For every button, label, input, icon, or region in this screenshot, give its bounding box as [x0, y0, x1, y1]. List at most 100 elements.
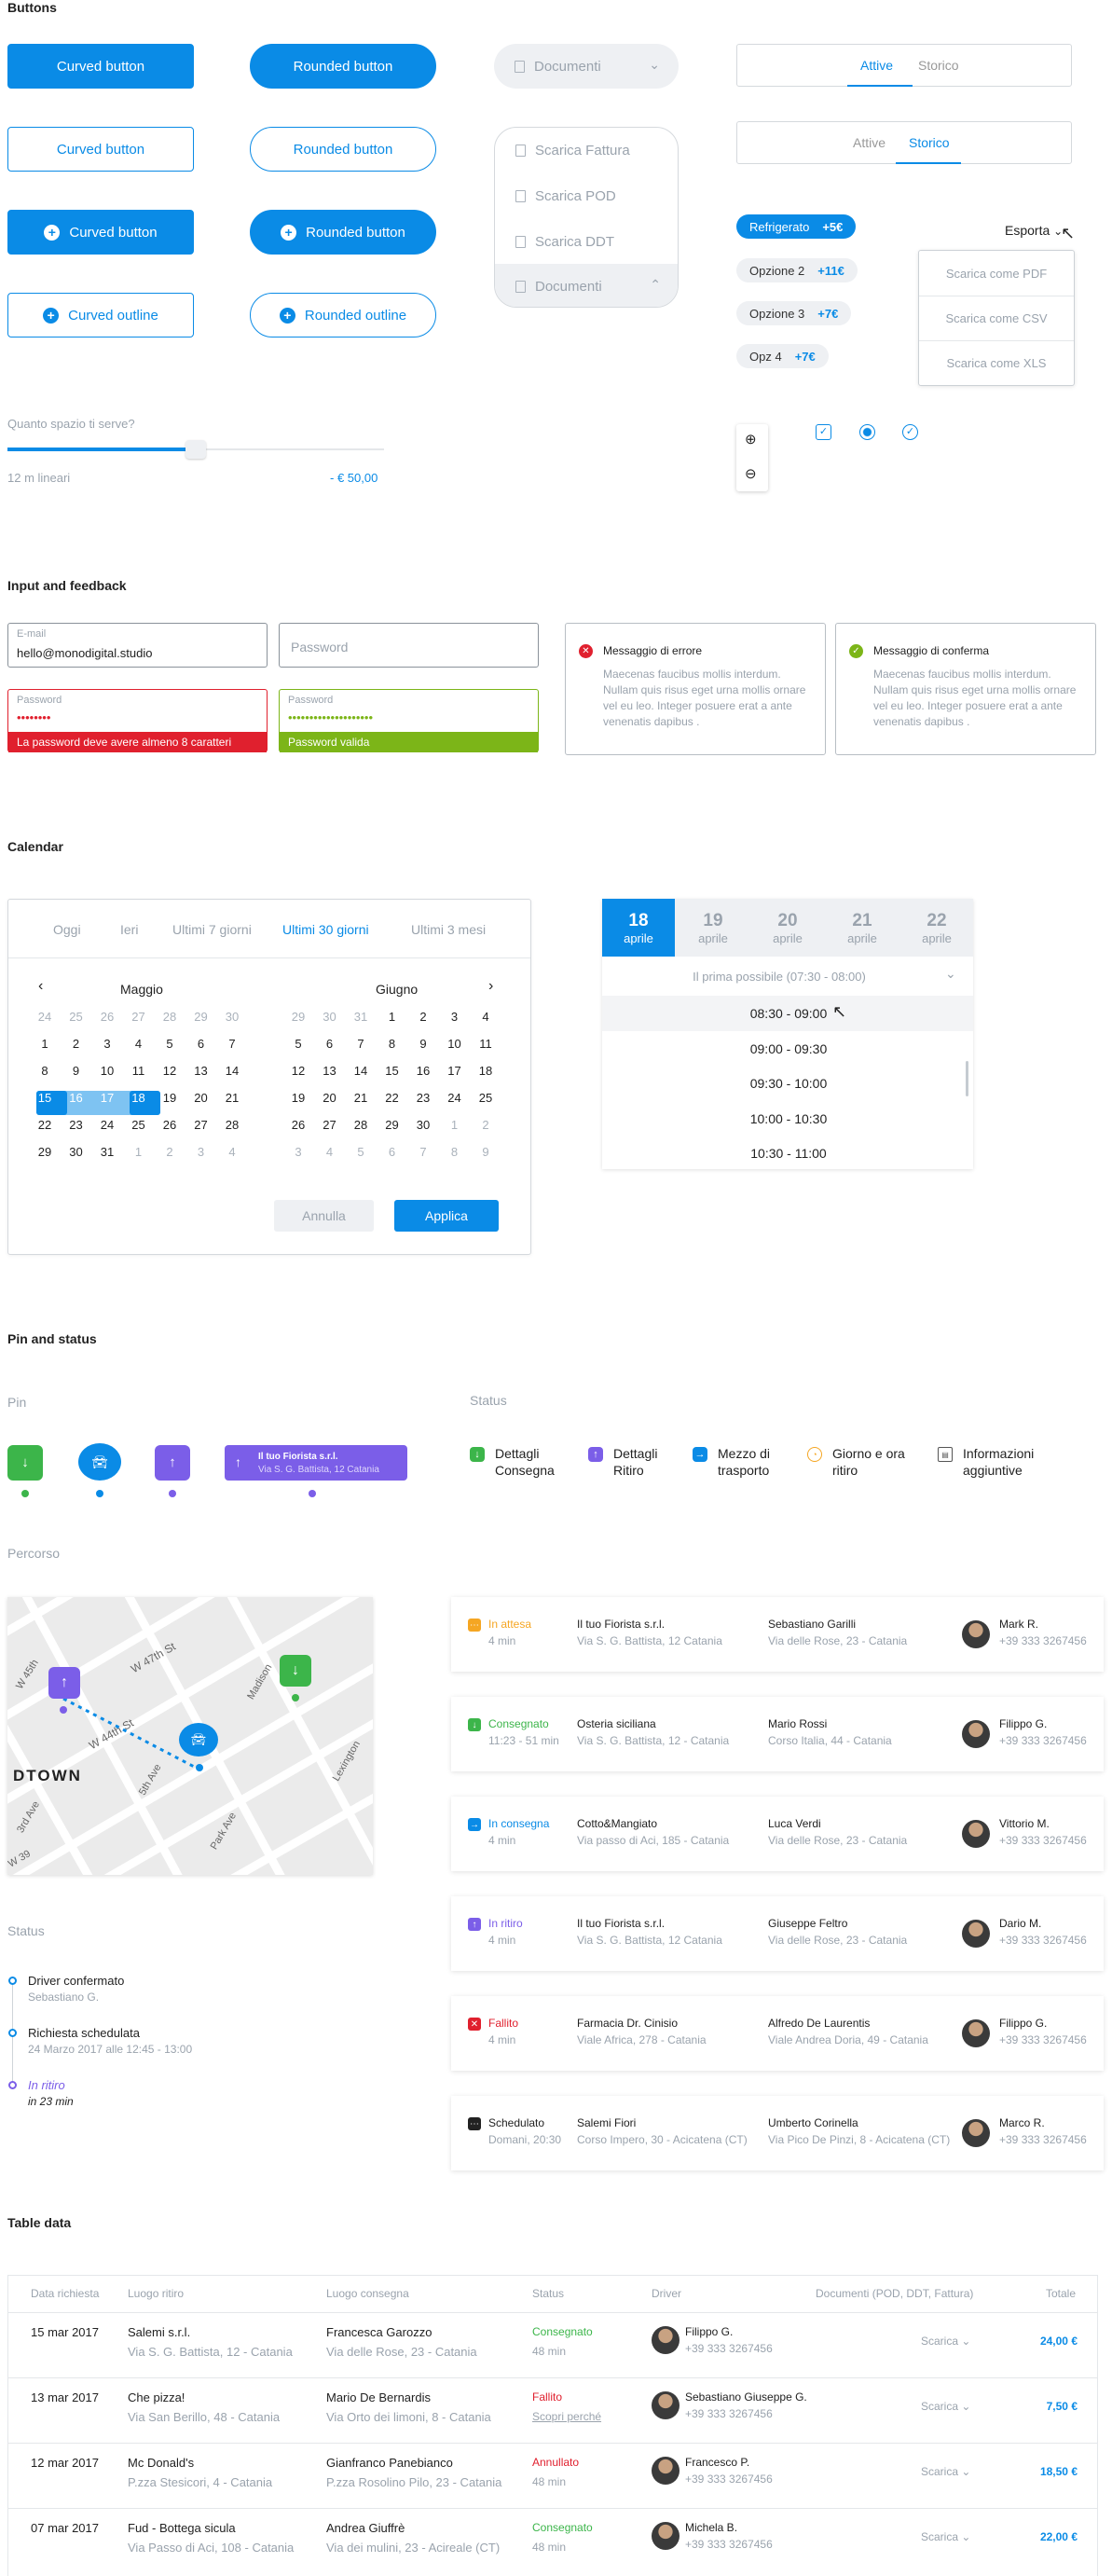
- calendar-day[interactable]: 3: [92, 1037, 122, 1051]
- calendar-day[interactable]: 22: [30, 1118, 60, 1132]
- order-card[interactable]: ⋯ In attesa 4 min Il tuo Fiorista s.r.l. Via…: [451, 1597, 1104, 1672]
- option-chip[interactable]: Refrigerato +5€: [736, 214, 857, 239]
- dropdown-item[interactable]: Scarica POD: [515, 188, 616, 204]
- calendar-day[interactable]: 30: [315, 1010, 345, 1024]
- order-card[interactable]: → In consegna 4 min Cotto&Mangiato Via passo…: [451, 1797, 1104, 1871]
- calendar-day[interactable]: 29: [30, 1145, 60, 1159]
- calendar-day[interactable]: 7: [408, 1145, 438, 1159]
- apply-button[interactable]: Applica: [394, 1200, 499, 1232]
- esporta-item[interactable]: Scarica come XLS: [919, 356, 1074, 370]
- option-chip[interactable]: Opz 4 +7€: [736, 344, 829, 368]
- calendar-day[interactable]: 27: [315, 1118, 345, 1132]
- calendar-day[interactable]: 28: [217, 1118, 247, 1132]
- email-field[interactable]: E-mail hello@monodigital.studio: [7, 623, 268, 668]
- calendar-day[interactable]: 13: [315, 1064, 345, 1078]
- curved-icon-button[interactable]: + Curved button: [7, 210, 194, 255]
- tab-attive[interactable]: Attive: [853, 135, 885, 150]
- calendar-day[interactable]: 8: [30, 1064, 60, 1078]
- calendar-day[interactable]: 5: [346, 1145, 376, 1159]
- esporta-button[interactable]: Esporta ⌄: [1005, 223, 1063, 238]
- calendar-day[interactable]: 29: [378, 1118, 407, 1132]
- check-circle[interactable]: ✓: [902, 424, 918, 440]
- chevron-down-icon[interactable]: ⌄: [945, 966, 956, 982]
- calendar-day[interactable]: 3: [283, 1145, 313, 1159]
- calendar-day[interactable]: 9: [471, 1145, 501, 1159]
- calendar-day[interactable]: 8: [378, 1037, 407, 1051]
- tab-storico[interactable]: Storico: [918, 58, 959, 73]
- rounded-outline-icon-button[interactable]: + Rounded outline: [250, 293, 436, 337]
- calendar-day[interactable]: 25: [124, 1118, 154, 1132]
- calendar-day[interactable]: 5: [155, 1037, 185, 1051]
- calendar-day[interactable]: 26: [155, 1118, 185, 1132]
- order-card[interactable]: ⋯ Schedulato Domani, 20:30 Salemi Fiori Cors…: [451, 2096, 1104, 2170]
- checkbox[interactable]: ✓: [816, 424, 831, 440]
- pickup-pin-icon[interactable]: ↑: [48, 1667, 80, 1699]
- calendar-day[interactable]: 6: [315, 1037, 345, 1051]
- calendar-day[interactable]: 2: [408, 1010, 438, 1024]
- download-dropdown[interactable]: Scarica ⌄: [921, 2400, 970, 2413]
- scrollbar[interactable]: [966, 1061, 968, 1096]
- calendar-day[interactable]: 21: [346, 1091, 376, 1105]
- calendar-day[interactable]: 21: [217, 1091, 247, 1105]
- range-tab[interactable]: Ieri: [120, 922, 138, 937]
- first-slot[interactable]: Il prima possibile (07:30 - 08:00): [602, 970, 956, 984]
- password-valid-field[interactable]: Password •••••••••••••••••••• Password v…: [279, 689, 539, 752]
- time-slot[interactable]: 10:00 - 10:30: [602, 1111, 975, 1126]
- time-slot[interactable]: 09:00 - 09:30: [602, 1041, 975, 1056]
- calendar-day[interactable]: 12: [283, 1064, 313, 1078]
- calendar-day[interactable]: 24: [92, 1118, 122, 1132]
- calendar-day[interactable]: 23: [408, 1091, 438, 1105]
- calendar-day[interactable]: 10: [440, 1037, 470, 1051]
- calendar-day[interactable]: 17: [92, 1091, 122, 1105]
- curved-outline-button[interactable]: Curved button: [7, 127, 194, 172]
- calendar-day[interactable]: 24: [30, 1010, 60, 1024]
- calendar-day[interactable]: 20: [315, 1091, 345, 1105]
- calendar-day[interactable]: 7: [346, 1037, 376, 1051]
- calendar-day[interactable]: 31: [346, 1010, 376, 1024]
- curved-outline-icon-button[interactable]: + Curved outline: [7, 293, 194, 337]
- calendar-day[interactable]: 9: [408, 1037, 438, 1051]
- calendar-day[interactable]: 24: [440, 1091, 470, 1105]
- calendar-day[interactable]: 16: [62, 1091, 91, 1105]
- calendar-day[interactable]: 2: [155, 1145, 185, 1159]
- range-tab[interactable]: Ultimi 7 giorni: [172, 922, 252, 937]
- download-dropdown[interactable]: Scarica ⌄: [921, 2335, 970, 2348]
- calendar-day[interactable]: 22: [378, 1091, 407, 1105]
- calendar-day[interactable]: 11: [471, 1037, 501, 1051]
- rounded-button[interactable]: Rounded button: [250, 44, 436, 89]
- calendar-day[interactable]: 18: [124, 1091, 154, 1105]
- day-option[interactable]: 18 aprile: [602, 899, 675, 957]
- zoom-in-icon[interactable]: ⊕: [745, 431, 757, 448]
- chevron-left-icon[interactable]: ‹: [38, 978, 43, 995]
- route-map[interactable]: W 45th W 47th St W 44th St 5th Ave Park …: [7, 1597, 373, 1875]
- calendar-day[interactable]: 4: [471, 1010, 501, 1024]
- password-field[interactable]: Password: [279, 623, 539, 668]
- calendar-day[interactable]: 26: [283, 1118, 313, 1132]
- radio-button[interactable]: [859, 424, 875, 440]
- calendar-day[interactable]: 29: [186, 1010, 216, 1024]
- calendar-day[interactable]: 12: [155, 1064, 185, 1078]
- calendar-day[interactable]: 15: [30, 1091, 60, 1105]
- day-option[interactable]: 19 aprile: [677, 899, 749, 957]
- calendar-day[interactable]: 18: [471, 1064, 501, 1078]
- day-option[interactable]: 21 aprile: [826, 899, 899, 957]
- order-card[interactable]: ✕ Fallito 4 min Farmacia Dr. Cinisio Viale A…: [451, 1996, 1104, 2071]
- calendar-day[interactable]: 1: [30, 1037, 60, 1051]
- calendar-day[interactable]: 19: [283, 1091, 313, 1105]
- calendar-day[interactable]: 14: [346, 1064, 376, 1078]
- calendar-day[interactable]: 23: [62, 1118, 91, 1132]
- vehicle-pin-icon[interactable]: 🚘︎: [179, 1723, 218, 1756]
- calendar-day[interactable]: 9: [62, 1064, 91, 1078]
- calendar-day[interactable]: 6: [378, 1145, 407, 1159]
- day-option[interactable]: 22 aprile: [900, 899, 973, 957]
- download-dropdown[interactable]: Scarica ⌄: [921, 2465, 970, 2478]
- tab-attive[interactable]: Attive: [860, 58, 893, 73]
- calendar-day[interactable]: 11: [124, 1064, 154, 1078]
- calendar-day[interactable]: 29: [283, 1010, 313, 1024]
- calendar-day[interactable]: 3: [440, 1010, 470, 1024]
- calendar-day[interactable]: 25: [471, 1091, 501, 1105]
- documenti-toggle[interactable]: Documenti ⌃: [495, 264, 678, 307]
- calendar-day[interactable]: 5: [283, 1037, 313, 1051]
- calendar-day[interactable]: 28: [346, 1118, 376, 1132]
- slider-handle[interactable]: [185, 440, 206, 459]
